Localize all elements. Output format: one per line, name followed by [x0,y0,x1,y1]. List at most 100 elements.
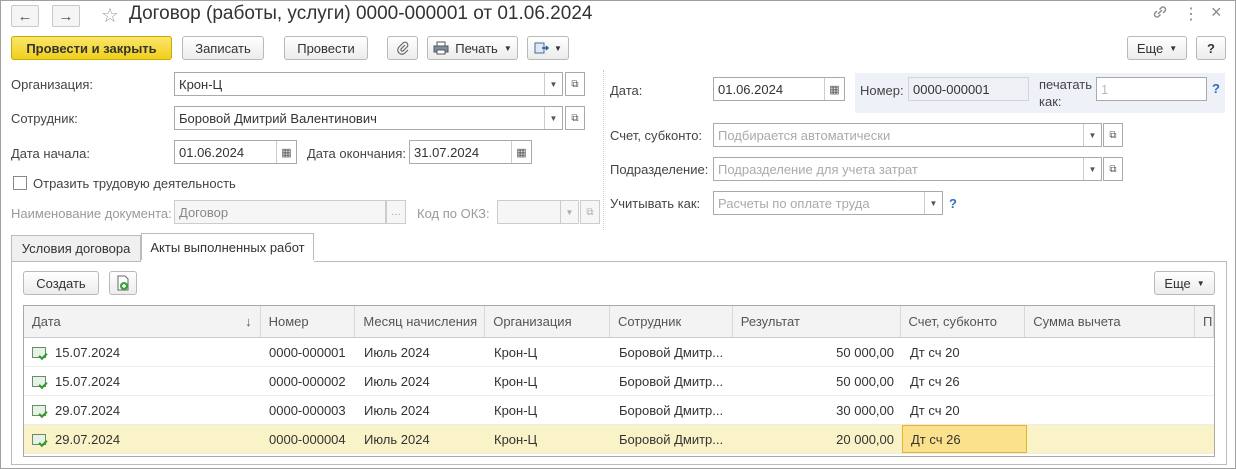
open-dept-button[interactable]: ⧉ [1103,157,1123,181]
open-icon: ⧉ [571,112,579,124]
page-title: Договор (работы, услуги) 0000-000001 от … [129,3,593,24]
cell-account: Дт сч 26 [910,373,960,389]
chevron-down-icon: ▼ [1169,43,1178,53]
menu-icon[interactable]: ⋮ [1183,4,1199,24]
back-button[interactable]: ← [11,5,39,27]
back-icon: ← [17,7,33,25]
cell-employee: Боровой Дмитр... [619,431,724,447]
okz-field: ▼ [497,200,579,224]
calendar-icon[interactable]: ▦ [824,78,844,100]
add-copy-icon [117,275,129,291]
okz-label: Код по ОКЗ: [417,206,490,221]
acts-table[interactable]: Дата ↓ Номер Месяц начисления Организаци… [23,305,1215,457]
cell-account-current[interactable]: Дт сч 26 [902,425,1027,453]
column-header-org[interactable]: Организация [485,306,610,337]
help-button[interactable]: ? [1196,36,1226,60]
chevron-down-icon[interactable]: ▼ [1083,158,1101,180]
chevron-down-icon[interactable]: ▼ [544,107,562,129]
calendar-icon[interactable]: ▦ [276,141,296,163]
print-button[interactable]: Печать ▼ [427,36,518,60]
attach-button[interactable] [387,36,418,60]
chevron-down-icon[interactable]: ▼ [544,73,562,95]
paperclip-icon [396,41,408,55]
chevron-down-icon[interactable]: ▼ [1083,124,1101,146]
post-button[interactable]: Провести [284,36,368,60]
create-act-button[interactable]: Создать [23,271,99,295]
column-header-account[interactable]: Счет, субконто [901,306,1026,337]
column-header-employee[interactable]: Сотрудник [610,306,733,337]
labor-checkbox[interactable] [13,176,27,190]
account-as-help[interactable]: ? [949,196,957,211]
dept-placeholder: Подразделение для учета затрат [718,161,918,177]
posted-document-icon [32,433,46,445]
cell-number: 0000-000002 [269,373,346,389]
column-header-number[interactable]: Номер [261,306,356,337]
tab-contract-terms[interactable]: Условия договора [11,235,141,261]
link-icon[interactable] [1152,4,1168,25]
docname-field: Договор [174,200,386,224]
star-icon[interactable]: ☆ [101,3,119,28]
print-as-field[interactable]: 1 [1096,77,1207,101]
account-placeholder: Подбирается автоматически [718,127,891,143]
table-row[interactable]: 15.07.2024 0000-000002 Июль 2024 Крон-Ц … [24,367,1214,396]
org-label: Организация: [11,77,94,92]
cell-date: 15.07.2024 [55,344,121,360]
employee-field[interactable]: Боровой Дмитрий Валентинович ▼ [174,106,563,130]
table-row[interactable]: 29.07.2024 0000-000003 Июль 2024 Крон-Ц … [24,396,1214,425]
docname-select-button: … [386,200,406,224]
tab-join [141,260,314,262]
column-header-result[interactable]: Результат [733,306,901,337]
print-as-help[interactable]: ? [1212,81,1220,96]
create-based-button[interactable]: ▼ [527,36,569,60]
end-date-field[interactable]: 31.07.2024 ▦ [409,140,532,164]
date-field[interactable]: 01.06.2024 ▦ [713,77,845,101]
column-header-more[interactable]: По [1195,306,1214,337]
dept-label: Подразделение: [610,162,709,177]
date-value: 01.06.2024 [718,81,784,97]
cell-number: 0000-000004 [269,431,346,447]
column-header-deduction[interactable]: Сумма вычета [1025,306,1195,337]
org-field[interactable]: Крон-Ц ▼ [174,72,563,96]
docname-label: Наименование документа: [11,206,172,221]
account-as-field[interactable]: Расчеты по оплате труда ▼ [713,191,943,215]
forward-button[interactable]: → [52,5,80,27]
posted-document-icon [32,404,46,416]
chevron-down-icon: ▼ [503,43,512,53]
chevron-down-icon: ▼ [560,201,578,223]
cell-date: 15.07.2024 [55,373,121,389]
account-field[interactable]: Подбирается автоматически ▼ [713,123,1102,147]
labor-label[interactable]: Отразить трудовую деятельность [33,176,236,191]
cell-result: 30 000,00 [836,402,894,418]
dept-field[interactable]: Подразделение для учета затрат ▼ [713,157,1102,181]
save-button[interactable]: Записать [182,36,264,60]
more-label: Еще [1136,40,1164,56]
cell-month: Июль 2024 [364,402,430,418]
cell-deduction [1027,367,1197,395]
open-account-button[interactable]: ⧉ [1103,123,1123,147]
start-date-field[interactable]: 01.06.2024 ▦ [174,140,297,164]
close-icon[interactable]: × [1211,2,1222,23]
copy-act-button[interactable] [109,271,137,295]
cell-month: Июль 2024 [364,373,430,389]
column-header-date[interactable]: Дата ↓ [24,306,261,337]
employee-value: Боровой Дмитрий Валентинович [179,110,377,126]
acts-more-button[interactable]: Еще ▼ [1154,271,1215,295]
calendar-icon[interactable]: ▦ [511,141,531,163]
table-row-selected[interactable]: 29.07.2024 0000-000004 Июль 2024 Крон-Ц … [24,425,1214,454]
number-field[interactable]: 0000-000001 [908,77,1029,101]
post-and-close-button[interactable]: Провести и закрыть [11,36,172,60]
more-button[interactable]: Еще ▼ [1127,36,1187,60]
number-value: 0000-000001 [913,81,990,97]
chevron-down-icon[interactable]: ▼ [924,192,942,214]
posted-document-icon [32,375,46,387]
cell-result: 20 000,00 [836,431,894,447]
open-org-button[interactable]: ⧉ [565,72,585,96]
tab-acts[interactable]: Акты выполненных работ [141,233,314,261]
open-employee-button[interactable]: ⧉ [565,106,585,130]
column-divider [603,70,604,230]
chevron-down-icon: ▼ [1196,278,1205,288]
cell-result: 50 000,00 [836,344,894,360]
cell-employee: Боровой Дмитр... [619,373,724,389]
column-header-month[interactable]: Месяц начисления [355,306,486,337]
table-row[interactable]: 15.07.2024 0000-000001 Июль 2024 Крон-Ц … [24,338,1214,367]
